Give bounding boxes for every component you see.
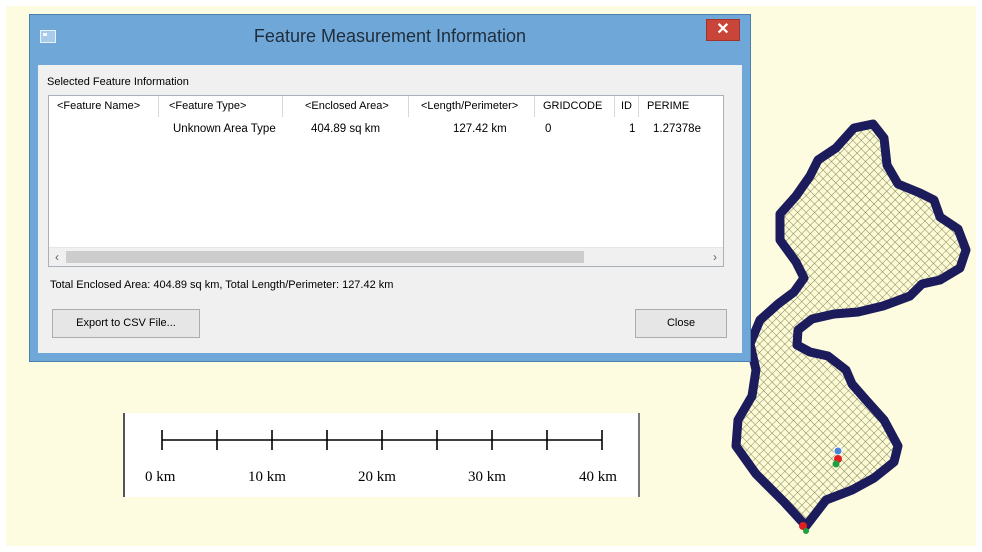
scale-label-30: 30 km <box>468 469 506 485</box>
vertex-marker-green-bottom <box>803 528 809 534</box>
export-csv-button[interactable]: Export to CSV File... <box>52 309 200 338</box>
cell-enclosed-area: 404.89 sq km <box>311 123 381 135</box>
column-header-perimeter[interactable]: PERIME <box>639 96 723 117</box>
window-close-button[interactable]: ✕ <box>706 19 740 41</box>
cell-feature-type: Unknown Area Type <box>173 123 276 135</box>
feature-list[interactable]: <Feature Name> <Feature Type> <Enclosed … <box>48 95 724 267</box>
cell-length-perimeter: 127.42 km <box>453 123 507 135</box>
column-header-id[interactable]: ID <box>615 96 639 117</box>
horizontal-scrollbar[interactable]: ‹ › <box>49 247 723 266</box>
close-button[interactable]: Close <box>635 309 727 338</box>
vertex-marker-blue <box>833 446 843 456</box>
scale-label-20: 20 km <box>358 469 396 485</box>
scale-bar: 0 km 10 km 20 km 30 km 40 km <box>123 413 640 497</box>
column-header-feature-type[interactable]: <Feature Type> <box>159 96 283 117</box>
dialog-client-area: Selected Feature Information <Feature Na… <box>38 65 742 353</box>
dialog-title: Feature Measurement Information <box>253 26 527 46</box>
cell-gridcode: 0 <box>545 123 552 135</box>
scale-label-0: 0 km <box>145 469 176 485</box>
selected-area-feature[interactable] <box>716 112 974 544</box>
scale-label-10: 10 km <box>248 469 286 485</box>
scroll-left-icon[interactable]: ‹ <box>49 249 65 265</box>
vertex-marker-green <box>832 460 840 468</box>
title-bar[interactable]: Feature Measurement Information ✕ <box>30 15 750 65</box>
cell-perimeter: 1.27378e <box>653 123 701 135</box>
feature-measurement-dialog: Feature Measurement Information ✕ Select… <box>29 14 751 362</box>
feature-polygon[interactable] <box>731 119 971 531</box>
scrollbar-thumb[interactable] <box>66 251 584 263</box>
selected-feature-info-label: Selected Feature Information <box>47 76 189 88</box>
cell-id: 1 <box>629 123 636 135</box>
scroll-right-icon[interactable]: › <box>707 249 723 265</box>
totals-summary: Total Enclosed Area: 404.89 sq km, Total… <box>50 279 394 291</box>
column-header-feature-name[interactable]: <Feature Name> <box>49 96 159 117</box>
column-header-enclosed-area[interactable]: <Enclosed Area> <box>283 96 409 117</box>
column-header-gridcode[interactable]: GRIDCODE <box>535 96 615 117</box>
column-header-length-perimeter[interactable]: <Length/Perimeter> <box>409 96 535 117</box>
scale-label-40: 40 km <box>579 469 617 485</box>
